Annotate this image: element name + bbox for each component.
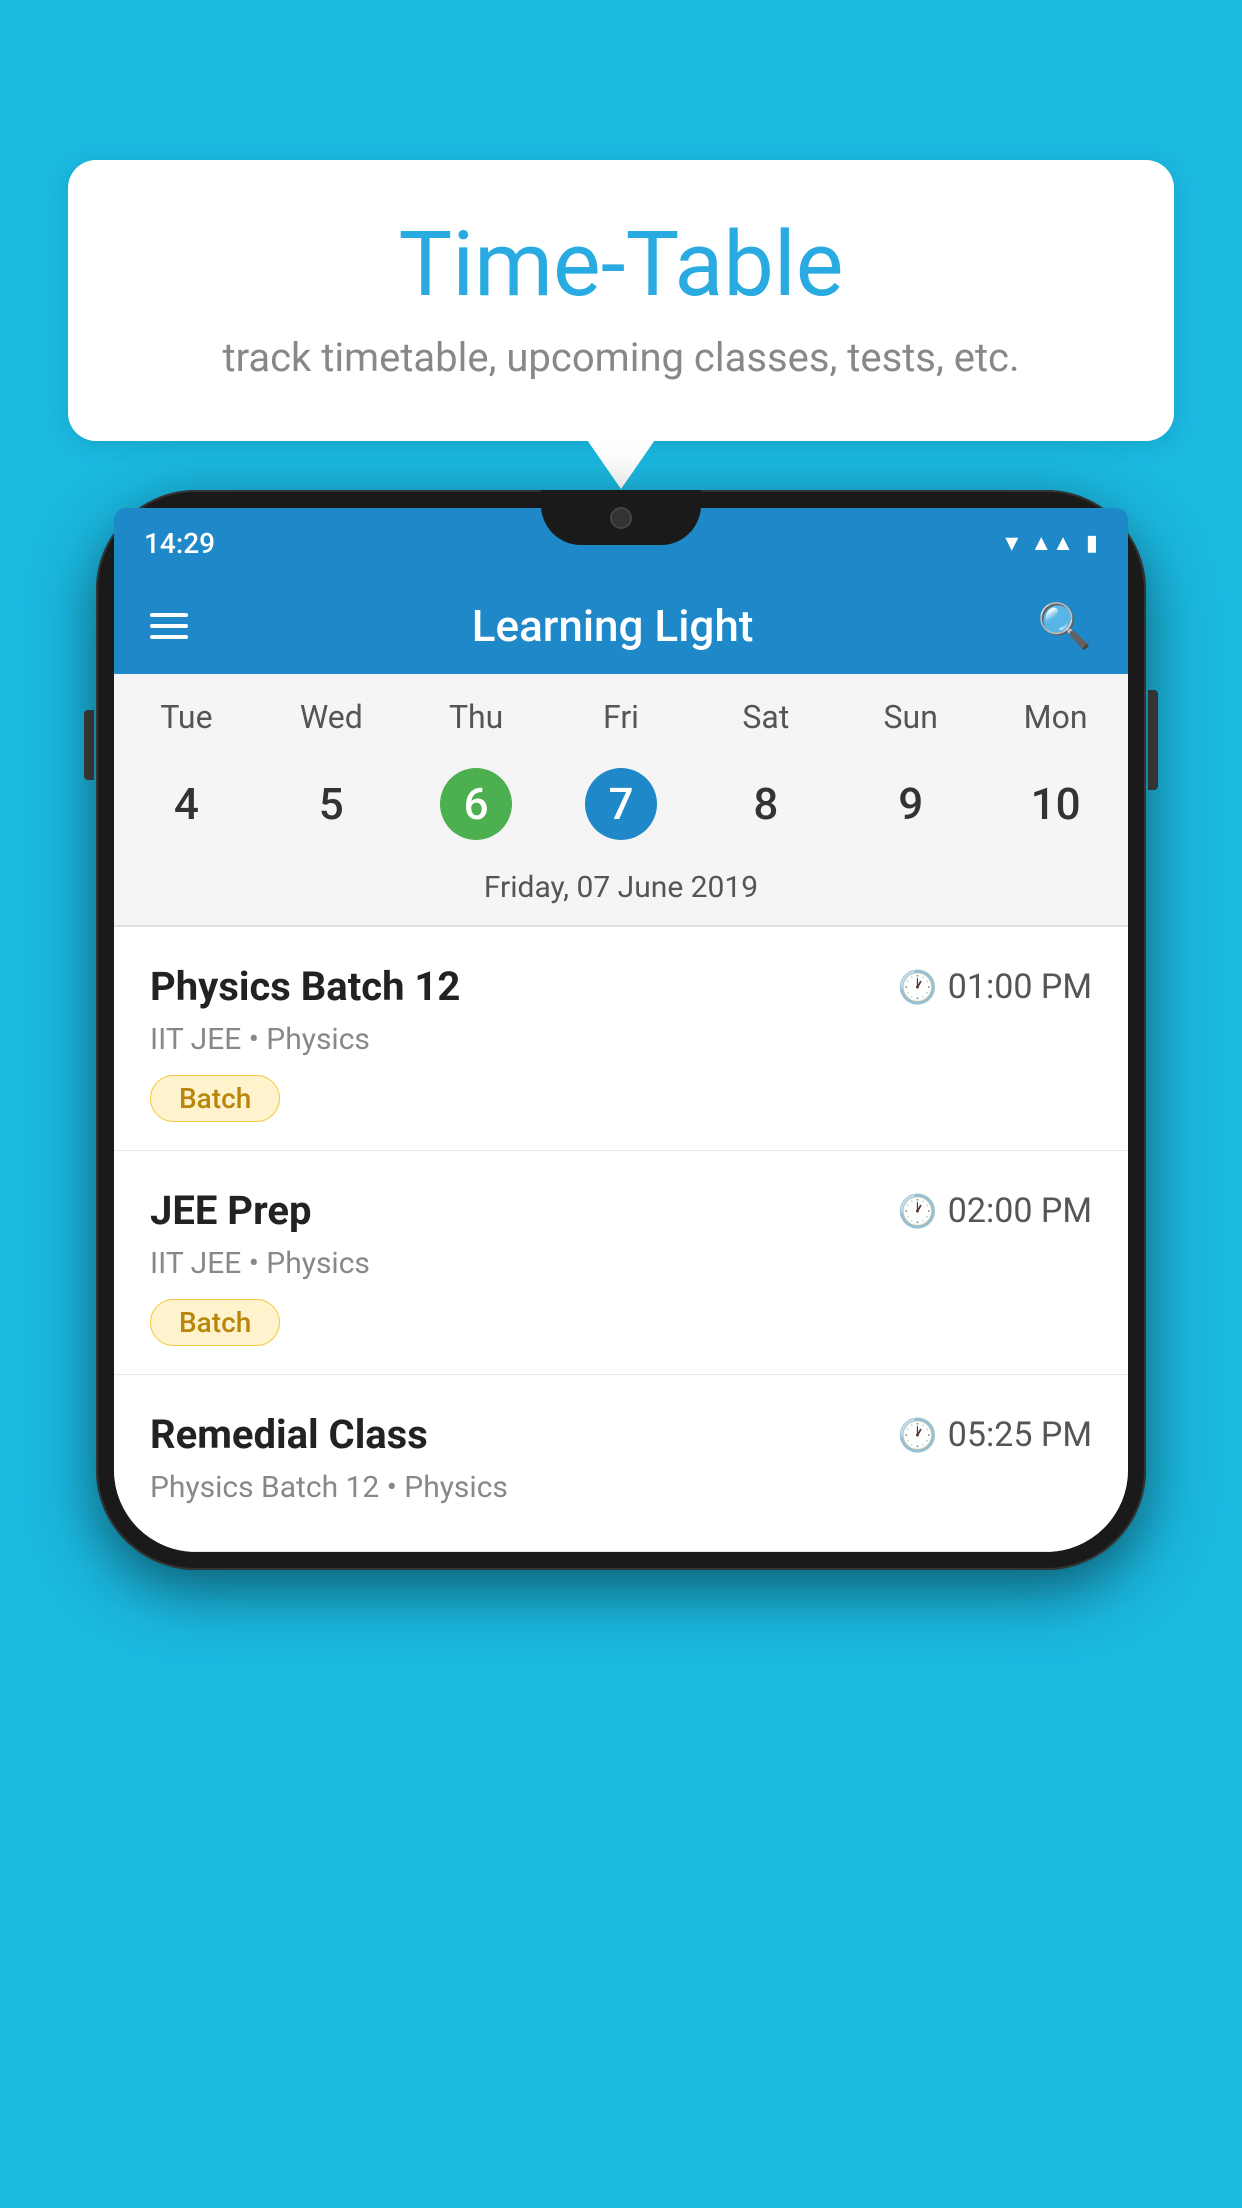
day-5[interactable]: 5 [259, 766, 404, 842]
schedule-time-value-1: 01:00 PM [948, 967, 1092, 1007]
schedule-subtitle-3: Physics Batch 12 • Physics [150, 1470, 1092, 1505]
day-headers: Tue Wed Thu Fri Sat Sun Mon [114, 674, 1128, 744]
phone-frame: 14:29 ▾ ▲▲ ▮ Learning Light 🔍 [96, 490, 1146, 1570]
day-numbers: 4 5 6 7 8 9 10 [114, 744, 1128, 860]
volume-button [84, 710, 94, 780]
schedule-title-1: Physics Batch 12 [150, 963, 460, 1010]
power-button [1148, 690, 1158, 790]
day-header-wed: Wed [259, 698, 404, 736]
clock-icon-2: 🕐 [898, 1192, 938, 1230]
notch [541, 490, 701, 545]
schedule-time-2: 🕐 02:00 PM [898, 1191, 1092, 1231]
day-8[interactable]: 8 [693, 766, 838, 842]
hamburger-menu-icon[interactable] [150, 613, 188, 639]
clock-icon-1: 🕐 [898, 968, 938, 1006]
day-10[interactable]: 10 [983, 766, 1128, 842]
batch-badge-2: Batch [150, 1299, 280, 1346]
batch-badge-1: Batch [150, 1075, 280, 1122]
schedule-item-3-header: Remedial Class 🕐 05:25 PM [150, 1411, 1092, 1458]
day-header-tue: Tue [114, 698, 259, 736]
phone-wrapper: 14:29 ▾ ▲▲ ▮ Learning Light 🔍 [96, 490, 1146, 1570]
schedule-item-3[interactable]: Remedial Class 🕐 05:25 PM Physics Batch … [114, 1375, 1128, 1552]
camera [610, 507, 632, 529]
status-time: 14:29 [144, 527, 215, 560]
schedule-time-3: 🕐 05:25 PM [898, 1415, 1092, 1455]
app-screen: Learning Light 🔍 Tue Wed Thu Fri Sat Sun… [114, 578, 1128, 1552]
day-7[interactable]: 7 [549, 756, 694, 852]
schedule-time-value-2: 02:00 PM [948, 1191, 1092, 1231]
schedule-item-1-header: Physics Batch 12 🕐 01:00 PM [150, 963, 1092, 1010]
schedule-list: Physics Batch 12 🕐 01:00 PM IIT JEE • Ph… [114, 927, 1128, 1552]
day-6-circle[interactable]: 6 [440, 768, 512, 840]
schedule-item-2[interactable]: JEE Prep 🕐 02:00 PM IIT JEE • Physics Ba… [114, 1151, 1128, 1375]
day-header-sat: Sat [693, 698, 838, 736]
clock-icon-3: 🕐 [898, 1416, 938, 1454]
schedule-subtitle-2: IIT JEE • Physics [150, 1246, 1092, 1281]
schedule-subtitle-1: IIT JEE • Physics [150, 1022, 1092, 1057]
app-header: Learning Light 🔍 [114, 578, 1128, 674]
day-7-circle[interactable]: 7 [585, 768, 657, 840]
day-header-fri: Fri [549, 698, 694, 736]
schedule-item-1[interactable]: Physics Batch 12 🕐 01:00 PM IIT JEE • Ph… [114, 927, 1128, 1151]
schedule-item-2-header: JEE Prep 🕐 02:00 PM [150, 1187, 1092, 1234]
schedule-time-value-3: 05:25 PM [948, 1415, 1092, 1455]
day-header-thu: Thu [404, 698, 549, 736]
day-header-sun: Sun [838, 698, 983, 736]
schedule-title-3: Remedial Class [150, 1411, 428, 1458]
day-9[interactable]: 9 [838, 766, 983, 842]
bubble-title: Time-Table [128, 215, 1114, 314]
signal-icon: ▲▲ [1030, 530, 1074, 556]
wifi-icon: ▾ [1005, 528, 1018, 558]
speech-bubble: Time-Table track timetable, upcoming cla… [68, 160, 1174, 441]
selected-date-label: Friday, 07 June 2019 [114, 860, 1128, 925]
status-bar: 14:29 ▾ ▲▲ ▮ [114, 508, 1128, 578]
bubble-subtitle: track timetable, upcoming classes, tests… [128, 334, 1114, 381]
schedule-time-1: 🕐 01:00 PM [898, 967, 1092, 1007]
battery-icon: ▮ [1086, 531, 1098, 556]
search-icon[interactable]: 🔍 [1037, 600, 1092, 652]
calendar-section: Tue Wed Thu Fri Sat Sun Mon 4 5 6 7 [114, 674, 1128, 925]
day-4[interactable]: 4 [114, 766, 259, 842]
day-6[interactable]: 6 [404, 756, 549, 852]
schedule-title-2: JEE Prep [150, 1187, 311, 1234]
day-header-mon: Mon [983, 698, 1128, 736]
app-title: Learning Light [472, 600, 754, 652]
status-icons: ▾ ▲▲ ▮ [1005, 528, 1098, 558]
